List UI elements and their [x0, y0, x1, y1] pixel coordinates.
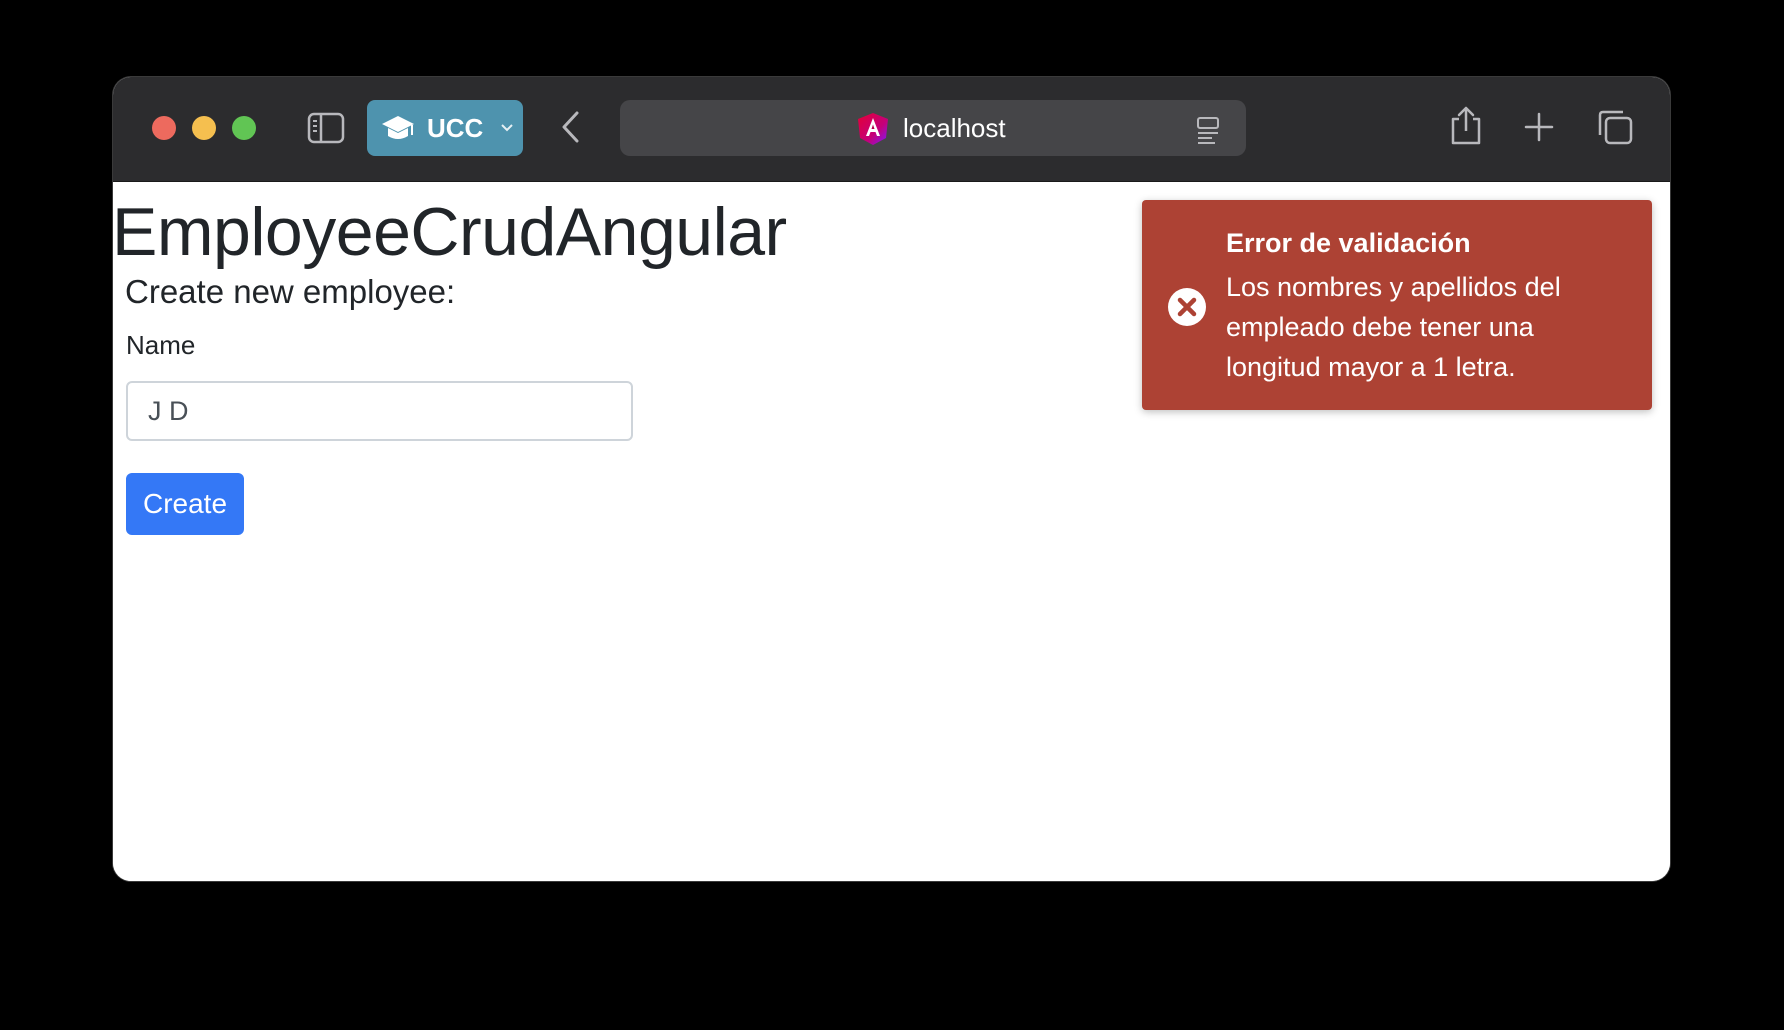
back-button[interactable] [557, 108, 585, 146]
error-toast[interactable]: Error de validación Los nombres y apelli… [1142, 200, 1652, 410]
chevron-down-icon [501, 124, 513, 132]
page-content: EmployeeCrudAngular Create new employee:… [113, 182, 1670, 881]
profile-label: UCC [427, 113, 484, 143]
form-heading: Create new employee: [125, 273, 456, 310]
share-icon[interactable] [1449, 104, 1483, 146]
plus-icon[interactable] [1524, 112, 1554, 142]
minimize-window-button[interactable] [192, 116, 216, 140]
back-icon [562, 111, 579, 143]
zoom-window-button[interactable] [232, 116, 256, 140]
name-label: Name [126, 330, 196, 360]
profile-switcher-button[interactable]: UCC [367, 100, 523, 156]
error-circle-icon [1168, 288, 1206, 326]
close-window-button[interactable] [152, 116, 176, 140]
sidebar-icon [307, 112, 345, 144]
address-bar[interactable]: localhost [620, 100, 1246, 156]
toast-message: Los nombres y apellidos del empleado deb… [1226, 272, 1561, 382]
sidebar-toggle-button[interactable] [307, 110, 345, 146]
graduation-cap-icon [382, 116, 414, 139]
reader-icon[interactable] [1195, 115, 1221, 145]
tabs-icon[interactable] [1596, 108, 1634, 146]
browser-toolbar: UCC localhost [113, 77, 1670, 182]
url-text: localhost [903, 113, 1006, 143]
page-title: EmployeeCrudAngular [113, 194, 787, 270]
browser-window: UCC localhost EmployeeCrudAngular Create… [113, 77, 1670, 881]
angular-icon [858, 113, 888, 145]
toast-title: Error de validación [1226, 228, 1471, 258]
name-input[interactable] [126, 381, 633, 441]
create-button[interactable]: Create [126, 473, 244, 535]
